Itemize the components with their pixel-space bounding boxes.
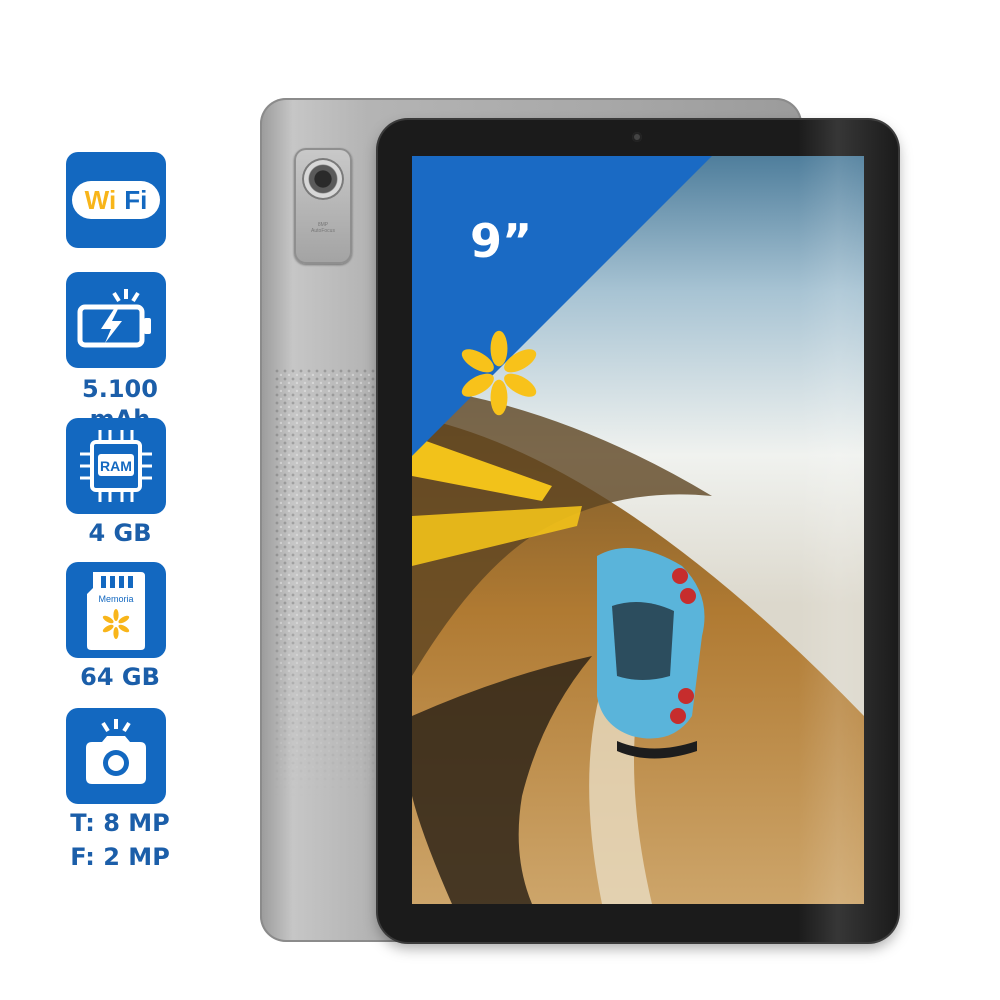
front-camera-caption: F: 2 MP — [70, 843, 170, 871]
ram-caption: 4 GB — [88, 519, 152, 547]
wifi-wi-text: Wi — [84, 184, 117, 215]
rear-camera-text: 8MP AutoFocus — [311, 222, 335, 234]
ram-tile: RAM — [66, 418, 166, 514]
storage-tile: Memoria — [66, 562, 166, 658]
tablet-front: 9” — [378, 120, 898, 942]
ram-chip-label: RAM — [100, 458, 132, 474]
storage-caption: 64 GB — [80, 663, 160, 691]
battery-tile — [66, 272, 166, 368]
rear-camera-module: 8MP AutoFocus — [294, 148, 352, 264]
wifi-icon: Wi Fi — [72, 181, 160, 219]
tablet-screen: 9” — [412, 156, 864, 904]
camera-tile — [66, 708, 166, 804]
memory-card-label: Memoria — [98, 594, 133, 604]
camera-icon — [86, 719, 146, 784]
rear-camera-caption: T: 8 MP — [70, 809, 170, 837]
ram-chip-icon: RAM — [80, 430, 152, 502]
memory-card-icon: Memoria — [87, 572, 145, 650]
screen-size-label: 9” — [470, 214, 533, 268]
wifi-fi-text: Fi — [124, 184, 148, 215]
battery-charging-icon — [77, 289, 151, 348]
back-texture-pattern — [274, 368, 394, 798]
wifi-tile: Wi Fi — [66, 152, 166, 248]
front-camera-icon — [632, 132, 642, 142]
rear-camera-lens-icon — [302, 158, 344, 200]
walmart-spark-icon — [461, 330, 537, 416]
